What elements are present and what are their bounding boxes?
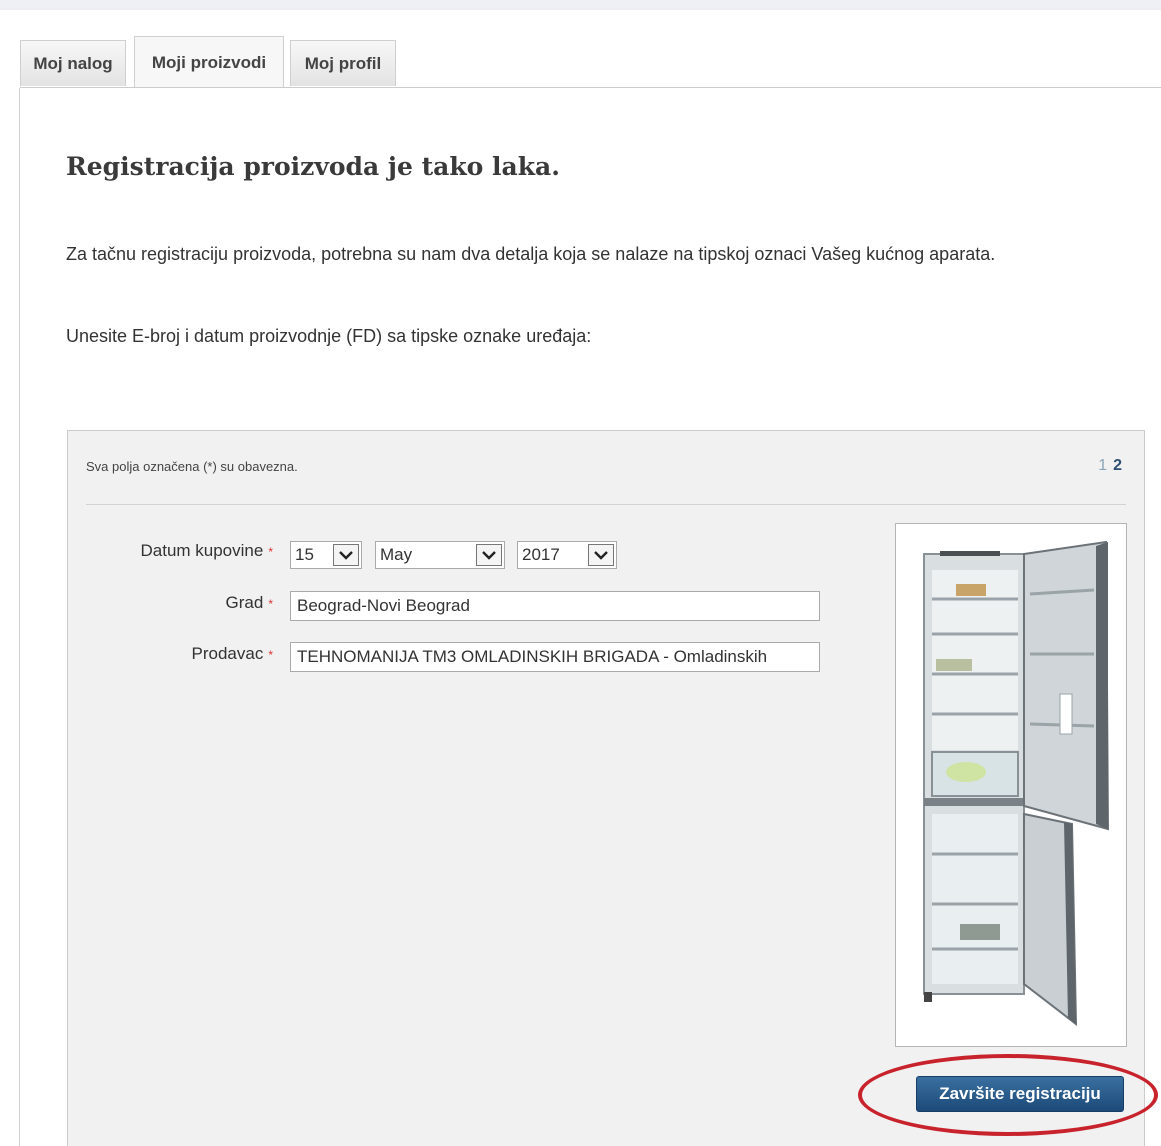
intro-text: Za tačnu registraciju proizvoda, potrebn… <box>66 244 996 264</box>
product-image-frame <box>895 523 1127 1047</box>
tab-divider <box>20 87 1161 88</box>
required-note: Sva polja označena (*) su obavezna. <box>86 459 298 474</box>
day-select[interactable]: 15 <box>290 541 362 569</box>
purchase-date-label-text: Datum kupovine <box>140 541 264 560</box>
month-select[interactable]: May <box>375 541 505 569</box>
seller-label-text: Prodavac <box>191 644 264 663</box>
required-marker: * <box>268 648 273 662</box>
pager: 12 <box>1098 457 1122 475</box>
form-divider <box>86 504 1126 505</box>
chevron-down-icon[interactable] <box>476 544 502 566</box>
content-border <box>19 88 20 1146</box>
chevron-down-icon[interactable] <box>588 544 614 566</box>
pager-page-1[interactable]: 1 <box>1098 457 1107 474</box>
city-field[interactable]: Beograd-Novi Beograd <box>290 591 820 621</box>
seller-label: Prodavac * <box>68 644 274 664</box>
year-value: 2017 <box>522 545 560 564</box>
tab-moj-profil[interactable]: Moj profil <box>290 40 396 86</box>
day-value: 15 <box>295 545 314 564</box>
registration-form: Sva polja označena (*) su obavezna. 12 D… <box>67 430 1145 1146</box>
chevron-down-icon[interactable] <box>333 544 359 566</box>
instruction-text: Unesite E-broj i datum proizvodnje (FD) … <box>66 326 592 346</box>
top-strip <box>0 0 1161 10</box>
tab-moji-proizvodi[interactable]: Moji proizvodi <box>134 36 284 88</box>
required-marker: * <box>268 545 273 559</box>
pager-page-2: 2 <box>1113 457 1122 474</box>
seller-field[interactable]: TEHNOMANIJA TM3 OMLADINSKIH BRIGADA - Om… <box>290 642 820 672</box>
refrigerator-image <box>923 540 1110 1027</box>
tab-moj-nalog[interactable]: Moj nalog <box>20 40 126 86</box>
city-label: Grad * <box>68 593 273 613</box>
required-marker: * <box>268 597 273 611</box>
city-label-text: Grad <box>225 593 264 612</box>
purchase-date-label: Datum kupovine * <box>68 541 273 561</box>
month-value: May <box>380 545 413 564</box>
highlight-circle <box>858 1054 1158 1136</box>
page-title: Registracija proizvoda je tako laka. <box>66 152 560 181</box>
year-select[interactable]: 2017 <box>517 541 617 569</box>
